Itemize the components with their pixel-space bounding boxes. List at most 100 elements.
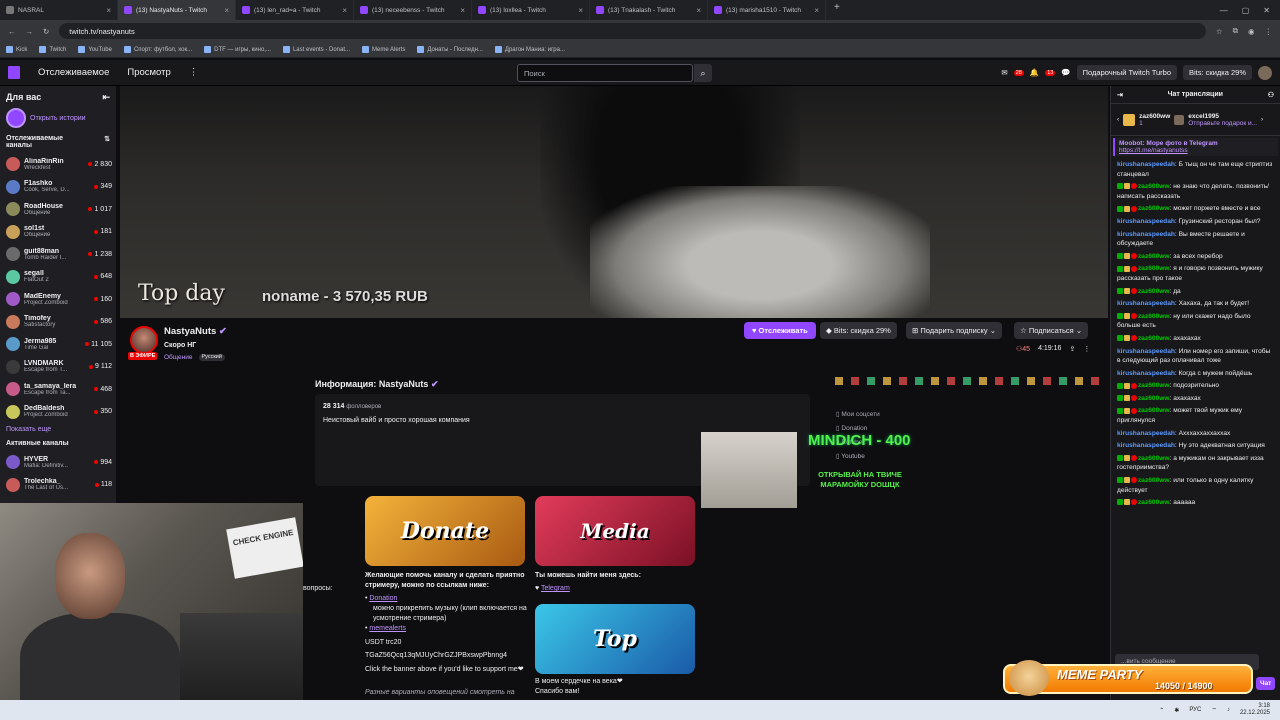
chat-username[interactable]: kirushanaspeedah [1117, 161, 1175, 168]
top-panel[interactable]: Top [535, 604, 695, 674]
category-link[interactable]: Общение [164, 354, 193, 361]
sidebar-channel[interactable]: Timofey Satisfactory 586 [0, 311, 116, 334]
chat-username[interactable]: zaz600ww [1138, 205, 1170, 212]
tab-close-icon[interactable]: × [814, 6, 819, 15]
notifications-icon[interactable]: 🔔 [1030, 68, 1039, 77]
chat-username[interactable]: zaz600ww [1138, 382, 1170, 389]
menu-icon[interactable]: ⋮ [1265, 27, 1273, 36]
chat-username[interactable]: zaz600ww [1138, 335, 1170, 342]
sidebar-channel[interactable]: guit88man Tomb Raider I... 1 238 [0, 243, 116, 266]
chat-username[interactable]: kirushanaspeedah [1117, 231, 1175, 238]
share-icon[interactable]: ⇪ [1069, 345, 1075, 353]
chat-username[interactable]: kirushanaspeedah [1117, 370, 1175, 377]
chat-username[interactable]: zaz600ww [1138, 455, 1170, 462]
chat-username[interactable]: zaz600ww [1138, 288, 1170, 295]
search-icon[interactable]: ⌕ [694, 64, 712, 82]
gift-sub-button[interactable]: ⊞ Подарить подписку ⌄ [906, 322, 1003, 339]
tab-close-icon[interactable]: × [342, 6, 347, 15]
bits-button[interactable]: Bits: скидка 29% [1183, 65, 1252, 80]
donate-panel[interactable]: Donate [365, 496, 525, 566]
back-icon[interactable]: ← [8, 27, 16, 36]
volume-icon[interactable]: ♪ [1227, 707, 1230, 713]
browser-tab[interactable]: (13) len_rad=a - Twitch × [236, 0, 354, 20]
minimize-icon[interactable]: — [1220, 6, 1228, 15]
media-panel[interactable]: Media [535, 496, 695, 566]
sidebar-channel[interactable]: Jerma985 Time Gal 11 105 [0, 333, 116, 356]
chat-username[interactable]: kirushanaspeedah [1117, 300, 1175, 307]
more-options-icon[interactable]: ⋮ [1083, 345, 1090, 353]
browser-tab[interactable]: (13) NastyaNuts - Twitch × [118, 0, 236, 20]
tab-close-icon[interactable]: × [460, 6, 465, 15]
bookmark-item[interactable]: Спорт: футбол, хок... [123, 46, 192, 53]
nav-more-icon[interactable]: ⋮ [189, 67, 199, 78]
language-indicator[interactable]: РУС [1189, 707, 1201, 713]
pinned-link[interactable]: https://t.me/nastyanutss [1119, 147, 1188, 154]
sidebar-channel[interactable]: Trolechka_ The Last of Us... 118 [0, 474, 116, 497]
bits-channel-button[interactable]: ◆ Bits: скидка 29% [820, 322, 897, 339]
gift-user-2[interactable]: excel1995 Отправьте подарок и... [1188, 113, 1257, 127]
collapse-icon[interactable]: ⇤ [102, 92, 110, 103]
clock[interactable]: 3:18 22.12.2025 [1240, 703, 1270, 717]
bookmark-item[interactable]: DTF — игры, кино,... [204, 46, 271, 53]
bookmark-item[interactable]: Twitch [39, 46, 66, 53]
forward-icon[interactable]: → [26, 27, 34, 36]
sidebar-channel[interactable]: segall FlatOut 2 648 [0, 266, 116, 289]
twitch-logo-icon[interactable] [8, 66, 20, 79]
whispers-icon[interactable]: 💬 [1061, 68, 1070, 77]
chat-username[interactable]: kirushanaspeedah [1117, 430, 1175, 437]
bookmark-item[interactable]: Донаты - Последн... [417, 46, 483, 53]
tab-close-icon[interactable]: × [106, 6, 111, 15]
search-input[interactable]: Поиск [517, 64, 693, 82]
new-tab-icon[interactable]: + [826, 0, 848, 20]
sidebar-channel[interactable]: sol1st Общение 181 [0, 221, 116, 244]
network-icon[interactable]: ⌔ [1211, 706, 1217, 714]
tab-close-icon[interactable]: × [696, 6, 701, 15]
browser-tab[interactable]: (13) marisha1510 - Twitch × [708, 0, 826, 20]
sidebar-channel[interactable]: LVNDMARK Escape from T... 9 112 [0, 356, 116, 379]
chat-username[interactable]: kirushanaspeedah [1117, 442, 1175, 449]
chat-username[interactable]: zaz600ww [1138, 313, 1170, 320]
browser-tab[interactable]: (13) Tnakalash - Twitch × [590, 0, 708, 20]
sidebar-channel[interactable]: DedBaldesh Project Zomboid 350 [0, 401, 116, 424]
language-tag[interactable]: Русский [198, 354, 225, 361]
nav-following[interactable]: Отслеживаемое [38, 67, 109, 78]
chat-username[interactable]: zaz600ww [1138, 265, 1170, 272]
chat-username[interactable]: zaz600ww [1138, 183, 1170, 190]
bookmark-item[interactable]: Last events - Donat... [282, 46, 350, 53]
chat-username[interactable]: zaz600ww [1138, 395, 1170, 402]
extensions-icon[interactable]: ⧉ [1233, 26, 1238, 36]
sidebar-channel[interactable]: MadEnemy Project Zomboid 160 [0, 288, 116, 311]
collapse-chat-icon[interactable]: ⇥ [1117, 91, 1123, 99]
memealerts-link[interactable]: memealerts [369, 625, 406, 632]
close-window-icon[interactable]: ✕ [1263, 6, 1270, 15]
next-icon[interactable]: › [1261, 116, 1263, 123]
bookmark-item[interactable]: YouTube [78, 46, 112, 53]
chat-username[interactable]: kirushanaspeedah [1117, 348, 1175, 355]
chat-username[interactable]: kirushanaspeedah [1117, 218, 1175, 225]
bluetooth-icon[interactable]: ✱ [1174, 707, 1179, 714]
channel-name[interactable]: NastyaNuts ✔ [164, 326, 227, 337]
social-link[interactable]: ▯ Мои соцсети [836, 408, 880, 422]
prev-icon[interactable]: ‹ [1117, 116, 1119, 123]
chat-username[interactable]: zaz600ww [1138, 253, 1170, 260]
donation-link[interactable]: Donation [369, 595, 397, 602]
sidebar-channel[interactable]: F1ashko Cook, Serve, D... 349 [0, 176, 116, 199]
chat-send-button[interactable]: Чат [1256, 677, 1276, 690]
open-stories-link[interactable]: Открыть истории [30, 115, 86, 122]
reload-icon[interactable]: ↻ [43, 27, 49, 36]
sidebar-channel[interactable]: HYVER Mafia: Definitiv... 994 [0, 451, 116, 474]
chat-username[interactable]: zaz600ww [1138, 499, 1170, 506]
show-more-link[interactable]: Показать еще [0, 423, 116, 436]
bookmark-item[interactable]: Meme Alerts [362, 46, 405, 53]
tray-up-icon[interactable]: ⌃ [1159, 707, 1164, 714]
subscribe-button[interactable]: ☆ Подписаться ⌄ [1014, 322, 1089, 339]
bookmark-item[interactable]: Kick [6, 46, 27, 53]
browser-tab[interactable]: (13) neceebenss - Twitch × [354, 0, 472, 20]
nav-browse[interactable]: Просмотр [127, 67, 170, 78]
social-link[interactable]: ▯ Youtube [836, 450, 880, 464]
url-field[interactable]: twitch.tv/nastyanuts [59, 23, 1206, 39]
sidebar-channel[interactable]: RoadHouse Общение 1 017 [0, 198, 116, 221]
channel-avatar[interactable] [130, 326, 158, 354]
bookmark-item[interactable]: Драгон Маниа: игра... [494, 46, 565, 53]
browser-tab[interactable]: NASRAL × [0, 0, 118, 20]
